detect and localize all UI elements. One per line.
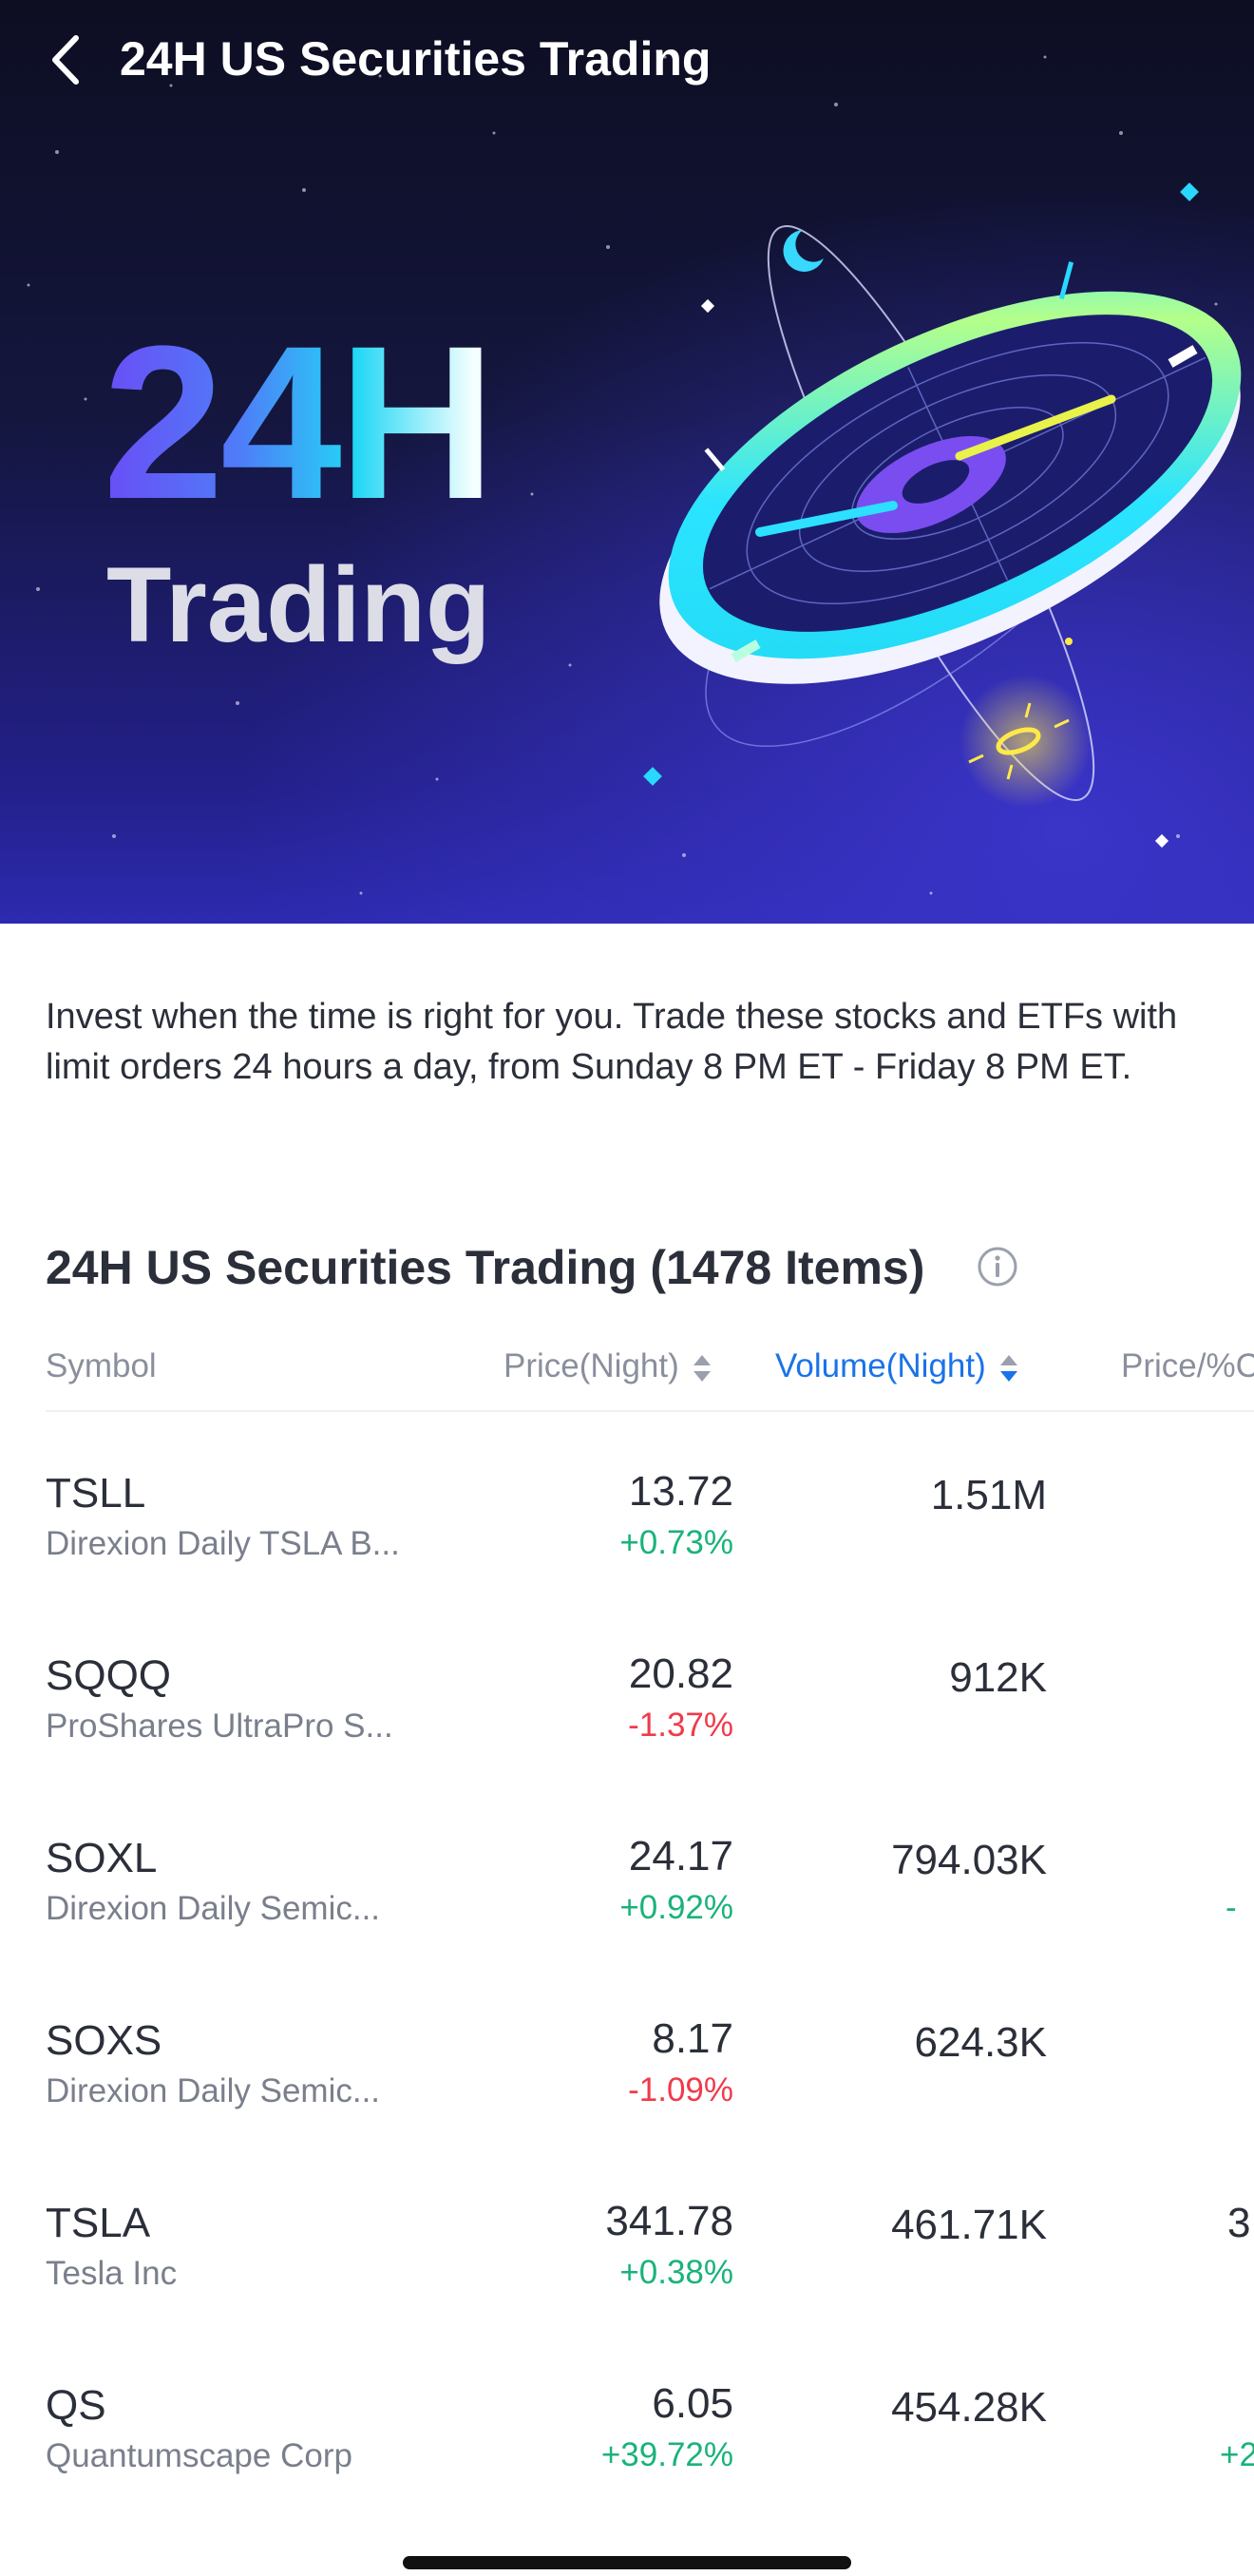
row-company-name: ProShares UltraPro S... (46, 1708, 393, 1745)
row-symbol: SOXL (46, 1835, 158, 1881)
column-header-price-change[interactable]: Price/%C (1121, 1344, 1254, 1389)
column-header-change-label: Price/%C (1121, 1347, 1254, 1384)
row-company-name: Direxion Daily TSLA B... (46, 1525, 400, 1562)
table-row[interactable]: TSLL Direxion Daily TSLA B... 13.72 +0.7… (0, 1444, 1254, 1627)
row-volume: 1.51M (930, 1472, 1047, 1518)
row-price: 20.82 (628, 1651, 733, 1697)
sort-descending-icon (999, 1354, 1017, 1382)
row-company-name: Quantumscape Corp (46, 2437, 352, 2474)
hero-headline: 24H (103, 300, 496, 544)
column-header-symbol-label: Symbol (46, 1347, 157, 1384)
section-title: 24H US Securities Trading (1478 Items) (46, 1241, 925, 1294)
hero-subheadline: Trading (106, 545, 491, 664)
row-symbol: QS (46, 2382, 106, 2429)
row-volume: 461.71K (891, 2202, 1047, 2248)
column-header-volume-label: Volume(Night) (775, 1347, 986, 1384)
column-header-symbol: Symbol (46, 1344, 157, 1389)
column-header-volume-night[interactable]: Volume(Night) (775, 1344, 1018, 1389)
table-row[interactable]: TSLA Tesla Inc 341.78 +0.38% 461.71K 3 (0, 2174, 1254, 2357)
row-volume: 624.3K (914, 2019, 1047, 2066)
row-symbol: TSLL (46, 1470, 146, 1517)
row-extra-change: +2 (1220, 2436, 1254, 2473)
row-extra-price: 3 (1227, 2200, 1251, 2246)
table-row[interactable]: SOXL Direxion Daily Semic... 24.17 +0.92… (0, 1809, 1254, 1992)
chevron-left-icon (52, 35, 79, 85)
row-symbol: SQQQ (46, 1652, 172, 1699)
page-title: 24H US Securities Trading (120, 32, 712, 86)
info-icon[interactable] (977, 1246, 1018, 1288)
column-header-price-label: Price(Night) (504, 1347, 679, 1384)
table-row[interactable]: SOXS Direxion Daily Semic... 8.17 -1.09%… (0, 1992, 1254, 2174)
row-extra-change: - (1226, 1889, 1237, 1926)
row-volume: 794.03K (891, 1837, 1047, 1883)
back-button[interactable] (38, 27, 95, 93)
row-change-percent: -1.09% (628, 2071, 733, 2109)
row-change-percent: +39.72% (600, 2436, 733, 2473)
row-symbol: SOXS (46, 2017, 162, 2064)
row-price: 6.05 (652, 2380, 733, 2427)
row-change-percent: -1.37% (628, 1707, 733, 1744)
column-header-price-night[interactable]: Price(Night) (504, 1344, 712, 1389)
row-price: 13.72 (628, 1468, 733, 1515)
row-company-name: Tesla Inc (46, 2255, 178, 2292)
row-price: 341.78 (605, 2198, 733, 2244)
hero-banner: 24H US Securities Trading 24H Trading (0, 0, 1254, 924)
row-change-percent: +0.92% (619, 1889, 733, 1926)
row-change-percent: +0.73% (619, 1524, 733, 1561)
row-price: 8.17 (652, 2015, 733, 2062)
table-row[interactable]: QS Quantumscape Corp 6.05 +39.72% 454.28… (0, 2357, 1254, 2539)
row-symbol: TSLA (46, 2200, 151, 2246)
home-indicator (403, 2556, 851, 2569)
row-price: 24.17 (628, 1833, 733, 1880)
row-volume: 454.28K (891, 2384, 1047, 2431)
row-volume: 912K (949, 1654, 1047, 1701)
sort-icon (693, 1354, 711, 1382)
intro-description: Invest when the time is right for you. T… (46, 997, 1178, 1087)
row-company-name: Direxion Daily Semic... (46, 1890, 381, 1927)
clock-orbit-illustration (643, 182, 1242, 849)
row-change-percent: +0.38% (619, 2254, 733, 2291)
header-divider (46, 1410, 1254, 1412)
top-navigation-bar: 24H US Securities Trading (0, 0, 1254, 119)
row-company-name: Direxion Daily Semic... (46, 2072, 381, 2109)
table-row[interactable]: SQQQ ProShares UltraPro S... 20.82 -1.37… (0, 1627, 1254, 1809)
